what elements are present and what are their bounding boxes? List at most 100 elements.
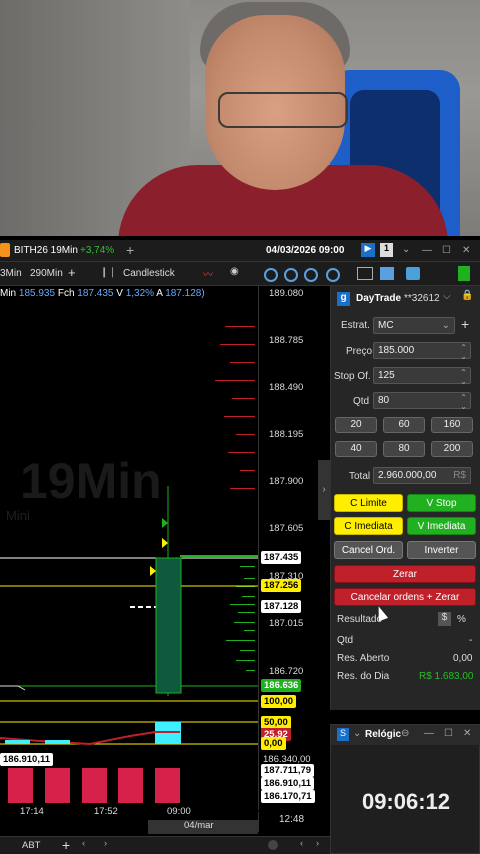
status-icon[interactable] — [268, 840, 278, 850]
minimize-icon[interactable]: — — [422, 245, 432, 256]
zoom-out-icon[interactable] — [284, 268, 298, 282]
ohlc-readout: Min 185.935 Fch 187.435 V 1,32% A 187.12… — [0, 288, 205, 299]
zoom-in-icon[interactable] — [264, 268, 278, 282]
stepper-icon[interactable]: ⌃ ⌄ — [460, 343, 467, 361]
v-label: V — [116, 288, 123, 299]
account-dropdown-icon[interactable]: ⌵ — [443, 291, 451, 302]
res-dia-label: Res. do Dia — [337, 671, 390, 682]
add-tab-icon[interactable]: + — [126, 242, 134, 258]
camera-icon[interactable] — [406, 267, 420, 280]
currency-toggle-icon[interactable]: $ — [438, 612, 451, 626]
minimize-icon[interactable]: — — [424, 728, 434, 739]
total-field: 2.960.000,00 R$ — [373, 467, 471, 484]
cancel-and-zero-button[interactable]: Cancelar ordens + Zerar — [334, 588, 476, 606]
tab-abt[interactable]: ABT — [22, 840, 40, 851]
total-value: 2.960.000,00 — [378, 470, 437, 481]
tick-label: 188.785 — [269, 335, 304, 346]
percent-toggle-icon[interactable]: % — [457, 614, 466, 625]
stepper-icon[interactable]: ⌃ ⌄ — [460, 393, 467, 411]
film-icon[interactable] — [357, 267, 373, 280]
stop-label: Stop Of. — [334, 371, 371, 382]
order-panel: g DayTrade **32612 ⌵ 🔒 Estrat. MC ⌄ + Pre… — [330, 286, 480, 710]
sell-stop-button[interactable]: V Stop — [407, 494, 476, 512]
chevron-down-icon[interactable]: ⌄ — [353, 728, 361, 739]
total-unit: R$ — [453, 470, 466, 481]
panel-toggle-icon[interactable] — [458, 266, 470, 281]
resultado-label: Resultado — [337, 614, 383, 625]
estrat-select[interactable]: MC ⌄ — [373, 317, 455, 334]
account-number[interactable]: **32612 — [404, 293, 440, 304]
prev-tab-icon[interactable]: ‹ — [82, 838, 85, 849]
volume-tag-1: 187.711,79 — [261, 764, 315, 777]
volume-bars — [8, 768, 180, 803]
next-tab-icon[interactable]: › — [104, 838, 107, 849]
chevron-down-icon[interactable]: ⌄ — [402, 244, 410, 255]
res-dia-value: R$ 1.683,00 — [419, 671, 474, 682]
qty-button-160[interactable]: 160 — [431, 417, 473, 433]
chevron-down-icon: ⌄ — [441, 320, 450, 331]
candle-icon[interactable]: ❙❘ — [100, 267, 117, 278]
add-timeframe-icon[interactable]: + — [68, 265, 76, 280]
preco-input[interactable]: 185.000 ⌃ ⌄ — [373, 342, 471, 361]
qty-button-60[interactable]: 60 — [383, 417, 425, 433]
qty-button-40[interactable]: 40 — [335, 441, 377, 457]
stepper-icon[interactable]: ⌃ ⌄ — [460, 368, 467, 386]
maximize-icon[interactable]: ☐ — [444, 728, 453, 739]
zero-position-button[interactable]: Zerar — [334, 565, 476, 583]
watermark-sub: Mini — [6, 508, 30, 523]
tick-label: 187.015 — [269, 618, 304, 629]
res-aberto-value: 0,00 — [453, 653, 473, 664]
last-price-tag: 187.435 — [261, 551, 302, 564]
qty-button-80[interactable]: 80 — [383, 441, 425, 457]
crosshair-time: 12:48 — [258, 812, 328, 832]
buy-limit-button[interactable]: C Limite — [334, 494, 403, 512]
a-value: 187.128) — [165, 288, 205, 299]
chart-type-label[interactable]: Candlestick — [123, 268, 175, 279]
v-value: 1,32% — [125, 288, 155, 299]
change-label: +3,74% — [80, 245, 115, 256]
total-label: Total — [349, 471, 371, 482]
buy-market-button[interactable]: C Imediata — [334, 517, 403, 535]
bitcoin-icon — [0, 243, 10, 257]
maximize-icon[interactable]: ☐ — [442, 245, 451, 256]
qty-button-20[interactable]: 20 — [335, 417, 377, 433]
stop-value: 125 — [378, 370, 395, 381]
qtd-input[interactable]: 80 ⌃ ⌄ — [373, 392, 471, 411]
eye-icon[interactable]: ◉ — [230, 266, 239, 277]
play-icon[interactable]: ▶ — [361, 243, 375, 257]
indicator-icon[interactable]: 〰 — [203, 266, 213, 281]
close-icon[interactable]: ✕ — [463, 728, 471, 739]
qtd-label: Qtd — [353, 396, 370, 407]
invert-button[interactable]: Inverter — [407, 541, 476, 559]
collapse-panel-icon[interactable]: › — [318, 460, 330, 520]
price-chart[interactable] — [0, 286, 258, 810]
qty-button-200[interactable]: 200 — [431, 441, 473, 457]
timeframe-3min[interactable]: 3Min — [0, 268, 22, 279]
add-tab-icon[interactable]: + — [62, 837, 70, 853]
crosshair-icon[interactable] — [326, 268, 340, 282]
sell-market-button[interactable]: V Imediata — [407, 517, 476, 535]
reset-zoom-icon[interactable] — [304, 268, 318, 282]
tick-label: 186.720 — [269, 666, 304, 677]
res-aberto-label: Res. Aberto — [337, 653, 390, 664]
book-icon[interactable] — [380, 267, 394, 280]
min-label: Min — [0, 288, 17, 299]
status-prev-icon[interactable]: ‹ — [300, 838, 303, 849]
add-strategy-icon[interactable]: + — [461, 316, 469, 332]
volume-left-tag: 186.910,11 — [0, 753, 54, 766]
lock-icon[interactable]: 🔒 — [461, 290, 473, 301]
stop-input[interactable]: 125 ⌃ ⌄ — [373, 367, 471, 386]
status-next-icon[interactable]: › — [316, 838, 319, 849]
price-axis[interactable]: 189.080 188.785 188.490 188.195 187.900 … — [258, 286, 328, 810]
symbol-label[interactable]: BITH26 19Min — [14, 245, 78, 256]
qtd-value: 80 — [378, 395, 390, 406]
close-icon[interactable]: ✕ — [462, 245, 470, 256]
min-value: 185.935 — [18, 288, 56, 299]
chart-toolbar: 3Min 290Min + ❙❘ Candlestick 〰 ◉ — [0, 262, 480, 286]
cancel-orders-button[interactable]: Cancel Ord. — [334, 541, 403, 559]
res-qtd-label: Qtd — [337, 635, 354, 646]
more-options-icon[interactable]: ⊖ — [401, 728, 409, 739]
timeframe-290min[interactable]: 290Min — [30, 268, 63, 279]
badge-one[interactable]: 1 — [380, 243, 393, 257]
account-type[interactable]: DayTrade — [356, 293, 401, 304]
